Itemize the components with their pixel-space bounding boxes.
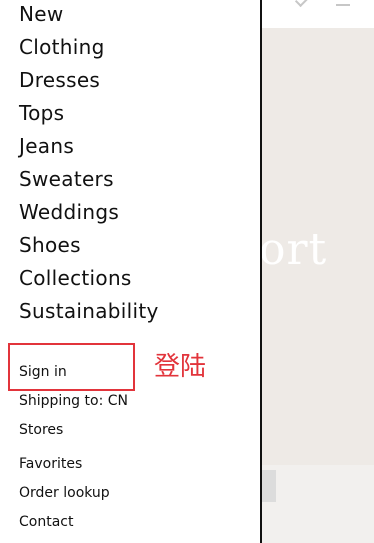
- nav-item-weddings[interactable]: Weddings: [19, 200, 119, 224]
- nav-item-sweaters[interactable]: Sweaters: [19, 167, 114, 191]
- nav-item-tops[interactable]: Tops: [19, 101, 64, 125]
- order-lookup-link[interactable]: Order lookup: [19, 484, 110, 502]
- menu-icon[interactable]: [336, 0, 350, 6]
- nav-item-collections[interactable]: Collections: [19, 266, 132, 290]
- hero-image: ort: [262, 0, 374, 543]
- nav-item-jeans[interactable]: Jeans: [19, 134, 74, 158]
- shoe-shape: [262, 470, 276, 502]
- favorites-link[interactable]: Favorites: [19, 455, 82, 473]
- hero-floor: [262, 465, 374, 543]
- header-icons-area: [262, 0, 374, 28]
- annotation-label: 登陆: [154, 352, 207, 382]
- contact-link[interactable]: Contact: [19, 513, 73, 531]
- sign-in-highlight-box: [8, 343, 135, 391]
- nav-item-dresses[interactable]: Dresses: [19, 68, 100, 92]
- nav-item-clothing[interactable]: Clothing: [19, 35, 105, 59]
- nav-item-sustainability[interactable]: Sustainability: [19, 299, 159, 323]
- navigation-drawer: New Clothing Dresses Tops Jeans Sweaters…: [0, 0, 260, 543]
- stores-link[interactable]: Stores: [19, 421, 63, 439]
- search-icon[interactable]: [294, 0, 310, 8]
- shipping-to-link[interactable]: Shipping to: CN: [19, 392, 128, 410]
- hero-text: ort: [262, 224, 328, 275]
- nav-item-shoes[interactable]: Shoes: [19, 233, 81, 257]
- nav-item-new[interactable]: New: [19, 2, 64, 26]
